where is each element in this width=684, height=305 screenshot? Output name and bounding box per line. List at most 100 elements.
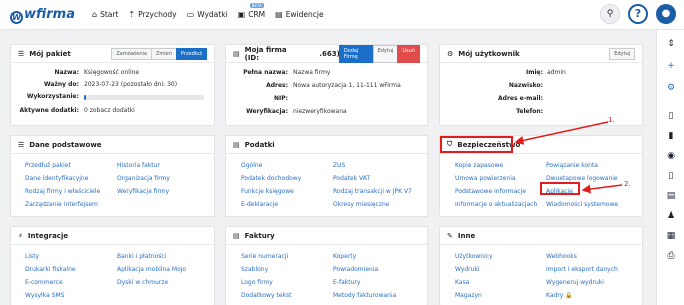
link-additional-text[interactable]: Dodatkowy tekst <box>241 292 291 299</box>
link-zus[interactable]: ZUS <box>333 162 412 169</box>
integrations-links-left: Listy Drukarki fiskalne E-commerce Wysył… <box>25 253 76 299</box>
company-card-header: ▤ Moja firma (ID: .663) Dodaj Firmę Edyt… <box>226 44 427 63</box>
link-generate-printouts[interactable]: Wygeneruj wydruki <box>546 279 618 286</box>
link-two-factor-login[interactable]: Dwuetapowe logowanie <box>546 175 618 182</box>
link-company-verification[interactable]: Weryfikacja firmy <box>117 188 170 195</box>
user-sidebar-icon[interactable]: ♟ <box>665 210 677 222</box>
link-notifications[interactable]: Powiadomienia <box>333 266 396 273</box>
link-e-invoices[interactable]: E-faktury <box>333 279 396 286</box>
link-printouts[interactable]: Wydruki <box>455 266 493 273</box>
other-card: ✎ Inne Użytkownicy Wydruki Kasa Magazyn … <box>439 226 643 305</box>
usage-progress-bar <box>84 95 204 100</box>
help-button[interactable]: ? <box>628 4 648 24</box>
document-icon[interactable]: ▮ <box>665 130 677 142</box>
link-mojo-app[interactable]: Aplikacja mobilna Mojo <box>117 266 186 273</box>
link-basic-information[interactable]: Podstawowe informacje <box>455 188 537 195</box>
link-invoicing-methods[interactable]: Metody fakturowania <box>333 292 396 299</box>
link-numbering-series[interactable]: Serie numeracji <box>241 253 291 260</box>
link-users[interactable]: Użytkownicy <box>455 253 493 260</box>
link-update-information[interactable]: Informacje o aktualizacjach <box>455 201 537 208</box>
folder-icon: ▤ <box>275 10 283 19</box>
link-company-logo[interactable]: Logo firmy <box>241 279 291 286</box>
link-templates[interactable]: Szablony <box>241 266 291 273</box>
orders-button[interactable]: Zamówienia <box>111 47 152 60</box>
right-sidebar: ⇕ + ⚙ ▯ ▮ ◉ ▯ ▤ ♟ ▦ ⎙ <box>656 30 684 305</box>
link-e-commerce[interactable]: E-commerce <box>25 279 76 286</box>
document-stamp-icon[interactable]: ▯ <box>665 170 677 182</box>
basic-data-card: ☰ Dane podstawowe Przedłuż pakiet Dane i… <box>10 135 215 217</box>
wfirma-logo[interactable]: Wwfirma <box>10 7 75 24</box>
link-invoice-history[interactable]: Historia faktur <box>117 162 170 169</box>
user-avatar-button[interactable]: ● <box>656 4 676 24</box>
link-company-type[interactable]: Rodzaj firmy i właściciele <box>25 188 100 195</box>
help-icon: ? <box>634 7 642 20</box>
camera-icon[interactable]: ◉ <box>665 150 677 162</box>
link-e-declarations[interactable]: E-deklaracje <box>241 201 301 208</box>
link-interface-management[interactable]: Zarządzanie interfejsem <box>25 201 100 208</box>
list-icon: ☰ <box>18 49 25 58</box>
calculator-icon[interactable]: ▦ <box>665 230 677 242</box>
link-import-export[interactable]: Import i eksport danych <box>546 266 618 273</box>
user-card-header: ⚙ Mój użytkownik Edytuj <box>440 45 642 63</box>
link-backups[interactable]: Kopie zapasowe <box>455 162 537 169</box>
invoice-icon: ▤ <box>233 231 240 240</box>
settings-icon[interactable]: ⚙ <box>665 82 677 94</box>
link-general[interactable]: Ogólne <box>241 162 301 169</box>
invoices-card: ▤ Faktury Serie numeracji Szablony Logo … <box>225 226 428 305</box>
nav-income[interactable]: ⇡ Przychody <box>128 10 176 19</box>
link-monthly-periods[interactable]: Okresy miesięczne <box>333 201 412 208</box>
link-system-messages[interactable]: Wiadomości systemowe <box>546 201 618 208</box>
printer-icon[interactable]: ⎙ <box>665 250 677 262</box>
edit-user-button[interactable]: Edytuj <box>609 47 635 60</box>
link-identification-data[interactable]: Dane identyfikacyjne <box>25 175 100 182</box>
add-company-button[interactable]: Dodaj Firmę <box>338 44 374 63</box>
highlight-security-box <box>440 136 513 153</box>
link-cloud-drives[interactable]: Dyski w chmurze <box>117 279 186 286</box>
nav-expenses[interactable]: ▭ Wydatki <box>187 10 228 19</box>
link-cash[interactable]: Kasa <box>455 279 493 286</box>
document-upload-icon[interactable]: ▯ <box>665 110 677 122</box>
taxes-card-header: ▤ Podatki <box>226 136 427 154</box>
link-account-linking[interactable]: Powiązanie konta <box>546 162 618 169</box>
invoices-card-header: ▤ Faktury <box>226 227 427 245</box>
link-lists[interactable]: Listy <box>25 253 76 260</box>
gear-icon: ⚙ <box>447 49 454 58</box>
user-icon: ● <box>661 8 671 19</box>
link-webhooks[interactable]: Webhooks <box>546 253 618 260</box>
income-icon: ⇡ <box>128 10 136 19</box>
main-nav: ⌂ Start ⇡ Przychody ▭ Wydatki ▣ CRM BETA ▤ Ewi… <box>92 3 324 19</box>
nav-start[interactable]: ⌂ Start <box>92 10 118 19</box>
link-banks-payments[interactable]: Banki i płatności <box>117 253 186 260</box>
link-extend-package[interactable]: Przedłuż pakiet <box>25 162 100 169</box>
sort-icon[interactable]: ⇕ <box>665 38 677 50</box>
link-accounting-functions[interactable]: Funkcje księgowe <box>241 188 301 195</box>
nav-crm[interactable]: ▣ CRM BETA <box>238 3 265 19</box>
search-button[interactable]: ⚲ <box>600 4 620 24</box>
delete-company-button[interactable]: Usuń <box>397 44 420 63</box>
plus-icon[interactable]: + <box>665 60 677 72</box>
change-button[interactable]: Zmień <box>150 47 177 60</box>
receipt-icon[interactable]: ▤ <box>665 190 677 202</box>
link-vat[interactable]: Podatek VAT <box>333 175 412 182</box>
link-envelopes[interactable]: Koperty <box>333 253 396 260</box>
link-sms-sending[interactable]: Wysyłka SMS <box>25 292 76 299</box>
link-jpk-transactions[interactable]: Rodzaj transakcji w JPK V7 <box>333 188 412 195</box>
highlight-applications-box <box>540 182 580 195</box>
link-fiscal-printers[interactable]: Drukarki fiskalne <box>25 266 76 273</box>
extend-button[interactable]: Przedłuż <box>175 47 207 60</box>
edit-company-button[interactable]: Edytuj <box>372 44 399 63</box>
company-actions: Dodaj Firmę Edytuj Usuń <box>338 44 420 63</box>
taxes-links-left: Ogólne Podatek dochodowy Funkcje księgow… <box>241 162 301 208</box>
link-hr[interactable]: Kadry 🔒 <box>546 292 618 299</box>
verification-link[interactable]: niezweryfikowana <box>293 108 347 115</box>
see-addons-link[interactable]: 0 zobacz dodatki <box>84 107 135 114</box>
integrations-card: ⚡ Integracje Listy Drukarki fiskalne E-c… <box>10 226 215 305</box>
link-warehouse[interactable]: Magazyn <box>455 292 493 299</box>
taxes-links-right: ZUS Podatek VAT Rodzaj transakcji w JPK … <box>333 162 412 208</box>
link-company-organization[interactable]: Organizacja firmy <box>117 175 170 182</box>
link-income-tax[interactable]: Podatek dochodowy <box>241 175 301 182</box>
user-actions: Edytuj <box>609 47 635 60</box>
nav-records[interactable]: ▤ Ewidencje <box>275 10 323 19</box>
other-links-right: Webhooks Import i eksport danych Wygener… <box>546 253 618 299</box>
link-entrustment-agreement[interactable]: Umowa powierzenia <box>455 175 537 182</box>
